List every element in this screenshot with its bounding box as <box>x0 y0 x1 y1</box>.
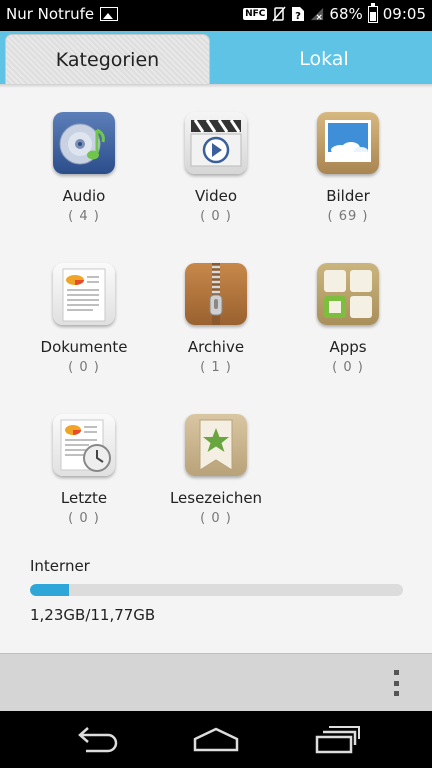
tab-bar: Kategorien Lokal <box>0 31 432 84</box>
recent-icon <box>53 414 115 476</box>
carrier-text: Nur Notrufe <box>6 5 95 23</box>
video-icon <box>185 112 247 174</box>
category-count: ( 69 ) <box>327 209 369 224</box>
storage-label[interactable]: Interner <box>30 557 90 575</box>
category-archive[interactable]: Archive ( 1 ) <box>144 263 288 375</box>
category-bilder[interactable]: Bilder ( 69 ) <box>276 112 420 224</box>
dot-icon <box>393 691 399 696</box>
tab-lokal[interactable]: Lokal <box>216 34 432 84</box>
category-label: Audio <box>62 187 106 205</box>
pictures-icon <box>317 112 379 174</box>
bookmark-icon <box>185 414 247 476</box>
category-count: ( 0 ) <box>68 360 100 375</box>
category-count: ( 0 ) <box>200 511 232 526</box>
screenshot-notification-icon <box>100 7 119 21</box>
tab-shadow <box>0 84 432 88</box>
nfc-icon: NFC <box>243 8 268 20</box>
category-label: Letzte <box>60 489 108 507</box>
category-label: Video <box>194 187 238 205</box>
category-label: Apps <box>329 338 367 356</box>
dot-icon <box>393 680 399 686</box>
storage-progress-fill <box>30 584 70 596</box>
category-count: ( 4 ) <box>68 209 100 224</box>
storage-progress-bar <box>30 584 403 596</box>
recent-apps-icon[interactable] <box>313 725 363 755</box>
status-bar: Nur Notrufe NFC ? 68% 09:05 <box>0 0 432 31</box>
battery-icon <box>367 2 378 23</box>
category-video[interactable]: Video ( 0 ) <box>144 112 288 224</box>
category-label: Bilder <box>326 187 370 205</box>
category-apps[interactable]: Apps ( 0 ) <box>276 263 420 375</box>
category-count: ( 0 ) <box>68 511 100 526</box>
vibrate-mute-icon <box>272 6 286 22</box>
back-icon[interactable] <box>72 725 122 755</box>
dot-icon <box>393 670 399 675</box>
storage-usage-text: 1,23GB/11,77GB <box>30 606 156 624</box>
category-count: ( 1 ) <box>200 360 232 375</box>
category-dokumente[interactable]: Dokumente ( 0 ) <box>12 263 156 375</box>
sim-unknown-icon: ? <box>292 7 305 22</box>
svg-text:?: ? <box>296 11 302 22</box>
archive-icon <box>185 263 247 325</box>
clock: 09:05 <box>382 5 426 23</box>
more-options-button[interactable] <box>384 668 408 698</box>
category-label: Dokumente <box>40 338 128 356</box>
home-icon[interactable] <box>191 725 241 755</box>
documents-icon <box>53 263 115 325</box>
bottom-action-bar <box>0 653 432 711</box>
audio-icon <box>53 112 115 174</box>
category-label: Archive <box>187 338 245 356</box>
category-count: ( 0 ) <box>332 360 364 375</box>
battery-percent: 68% <box>329 5 363 23</box>
category-lesezeichen[interactable]: Lesezeichen ( 0 ) <box>144 414 288 526</box>
category-audio[interactable]: Audio ( 4 ) <box>12 112 156 224</box>
category-letzte[interactable]: Letzte ( 0 ) <box>12 414 156 526</box>
signal-icon <box>311 7 324 21</box>
navigation-bar <box>0 711 432 768</box>
tab-kategorien[interactable]: Kategorien <box>5 34 210 84</box>
category-count: ( 0 ) <box>200 209 232 224</box>
category-label: Lesezeichen <box>169 489 263 507</box>
apps-icon <box>317 263 379 325</box>
